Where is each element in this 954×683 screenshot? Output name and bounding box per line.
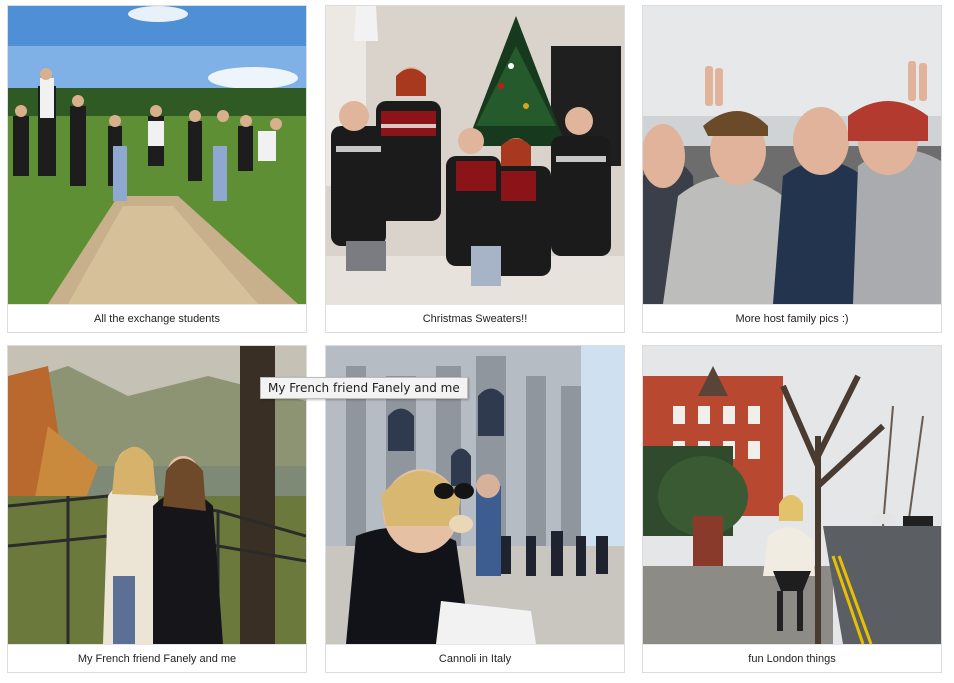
photo-caption: fun London things <box>643 644 941 673</box>
photo-christmas-sweaters[interactable] <box>326 6 624 304</box>
photo-caption: Cannoli in Italy <box>326 644 624 673</box>
gallery-card[interactable]: Christmas Sweaters!! <box>325 5 625 333</box>
photo-caption: More host family pics :) <box>643 304 941 333</box>
photo-caption: My French friend Fanely and me <box>8 644 306 673</box>
gallery-card[interactable]: fun London things <box>642 345 942 673</box>
photo-caption: Christmas Sweaters!! <box>326 304 624 333</box>
photo-gallery: All the exchange students Christmas Swea… <box>0 0 954 683</box>
gallery-card[interactable]: More host family pics :) <box>642 5 942 333</box>
photo-london[interactable] <box>643 346 941 644</box>
photo-exchange-students[interactable] <box>8 6 306 304</box>
photo-host-family[interactable] <box>643 6 941 304</box>
photo-caption: All the exchange students <box>8 304 306 333</box>
gallery-card[interactable]: All the exchange students <box>7 5 307 333</box>
hover-tooltip: My French friend Fanely and me <box>260 377 468 399</box>
